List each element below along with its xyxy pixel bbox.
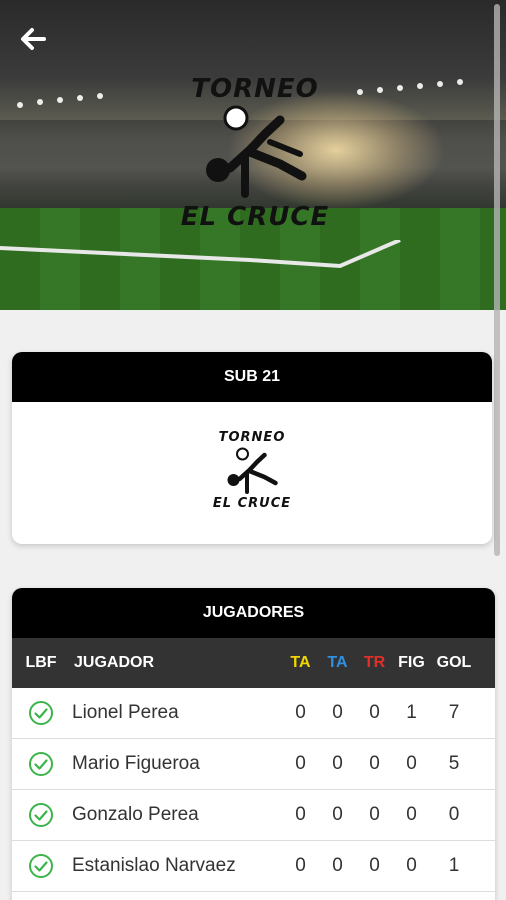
player-ta-blue: 0 xyxy=(332,702,343,723)
check-circle-icon xyxy=(29,803,53,827)
scrollbar[interactable] xyxy=(494,4,500,556)
check-circle-icon xyxy=(29,854,53,878)
col-jugador: JUGADOR xyxy=(74,654,155,671)
arrow-left-icon xyxy=(21,28,46,50)
category-card[interactable]: SUB 21 TORNEO EL CRUCE xyxy=(12,352,492,544)
category-logo-line1: TORNEO xyxy=(218,430,286,445)
check-circle-icon xyxy=(29,752,53,776)
check-circle-icon xyxy=(29,701,53,725)
col-ta-yellow: TA xyxy=(290,654,311,671)
player-name: Estanislao Narvaez xyxy=(72,855,236,876)
players-card: JUGADORES LBF JUGADOR TA TA TR FIG GOL L… xyxy=(12,588,495,900)
table-row[interactable]: Lionel Perea 0 0 0 1 7 xyxy=(12,688,495,739)
player-ta-yellow: 0 xyxy=(295,702,306,723)
category-logo: TORNEO EL CRUCE xyxy=(202,420,302,520)
table-row[interactable]: Estanislao Narvaez 0 0 0 0 1 xyxy=(12,841,495,892)
player-fig: 0 xyxy=(406,753,417,774)
player-tr: 0 xyxy=(369,702,380,723)
table-row[interactable]: Gonzalo Perea 0 0 0 0 0 xyxy=(12,790,495,841)
players-table-header: LBF JUGADOR TA TA TR FIG GOL xyxy=(12,638,495,688)
player-ta-yellow: 0 xyxy=(295,804,306,825)
col-lbf: LBF xyxy=(25,654,57,671)
hero-banner: TORNEO EL CRUCE xyxy=(0,0,506,310)
bicycle-kick-icon xyxy=(227,447,278,494)
col-fig: FIG xyxy=(398,654,425,671)
player-fig: 0 xyxy=(406,855,417,876)
category-logo-line2: EL CRUCE xyxy=(212,496,292,511)
logo-line2: EL CRUCE xyxy=(180,202,330,232)
bicycle-kick-icon xyxy=(206,105,307,198)
player-fig: 0 xyxy=(406,804,417,825)
col-gol: GOL xyxy=(436,654,472,671)
col-tr: TR xyxy=(363,654,386,671)
col-ta-blue: TA xyxy=(327,654,348,671)
player-tr: 0 xyxy=(369,855,380,876)
pitch-line xyxy=(0,240,401,269)
player-tr: 0 xyxy=(369,804,380,825)
player-name: Lionel Perea xyxy=(72,702,179,723)
player-gol: 0 xyxy=(448,804,460,825)
logo-line1: TORNEO xyxy=(191,74,319,104)
player-ta-blue: 0 xyxy=(332,804,343,825)
player-ta-yellow: 0 xyxy=(295,855,306,876)
tournament-logo: TORNEO EL CRUCE xyxy=(170,70,340,240)
back-button[interactable] xyxy=(18,24,52,54)
players-title: JUGADORES xyxy=(12,588,495,638)
player-ta-yellow: 0 xyxy=(295,753,306,774)
category-title: SUB 21 xyxy=(12,352,492,402)
player-gol: 7 xyxy=(448,702,460,723)
player-tr: 0 xyxy=(369,753,380,774)
table-row[interactable]: Mario Figueroa 0 0 0 0 5 xyxy=(12,739,495,790)
player-name: Mario Figueroa xyxy=(72,753,200,774)
player-name: Gonzalo Perea xyxy=(72,804,199,825)
player-ta-blue: 0 xyxy=(332,753,343,774)
player-gol: 1 xyxy=(448,855,460,876)
player-fig: 1 xyxy=(406,702,417,723)
player-ta-blue: 0 xyxy=(332,855,343,876)
player-gol: 5 xyxy=(448,753,460,774)
